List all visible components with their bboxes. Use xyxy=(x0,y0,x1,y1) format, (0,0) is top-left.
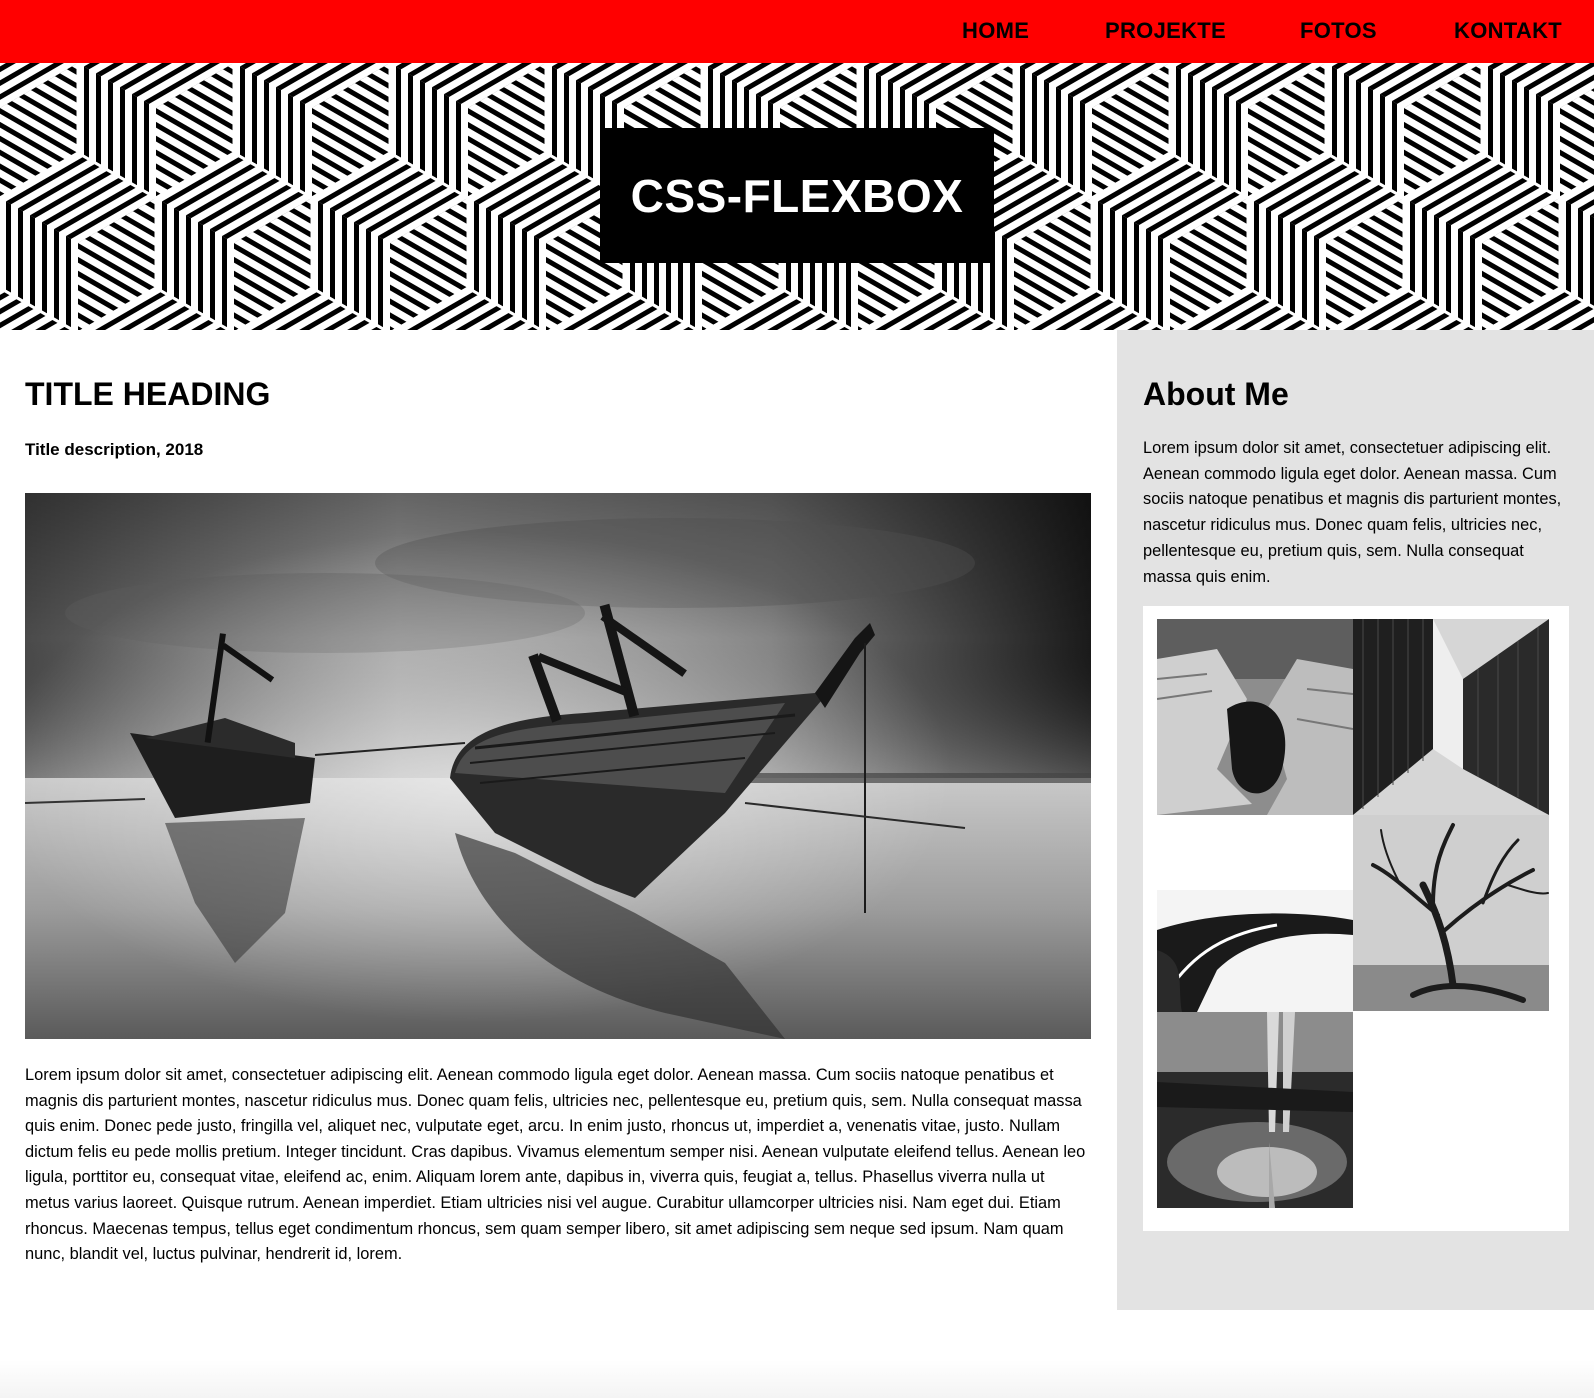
gallery-photo-reflection[interactable] xyxy=(1157,1012,1353,1208)
gallery-photo-tree[interactable] xyxy=(1353,815,1549,1011)
about-heading: About Me xyxy=(1143,376,1289,412)
about-text: Lorem ipsum dolor sit amet, consectetuer… xyxy=(1143,439,1562,586)
sidebar-about: About Me Lorem ipsum dolor sit amet, con… xyxy=(1117,330,1594,1310)
gallery-photo-canyon[interactable] xyxy=(1157,619,1353,815)
nav-link-home[interactable]: HOME xyxy=(962,17,1029,45)
footer-fade xyxy=(0,1360,1594,1398)
hero-banner: CSS-FLEXBOX xyxy=(0,63,1594,330)
gallery-photo-buildings[interactable] xyxy=(1353,619,1549,815)
top-nav: HOME PROJEKTE FOTOS KONTAKT xyxy=(0,0,1594,63)
photo-gallery xyxy=(1143,606,1569,1231)
hero-title: CSS-FLEXBOX xyxy=(630,169,964,222)
hero-title-box: CSS-FLEXBOX xyxy=(600,128,994,263)
body-text: Lorem ipsum dolor sit amet, consectetuer… xyxy=(25,1066,1086,1264)
nav-link-fotos[interactable]: FOTOS xyxy=(1300,17,1377,45)
title-description: Title description, 2018 xyxy=(25,440,204,459)
shipwreck-photo xyxy=(25,493,1091,1039)
nav-link-projekte[interactable]: PROJEKTE xyxy=(1105,17,1226,45)
gallery-photo-road[interactable] xyxy=(1157,890,1353,1012)
nav-link-kontakt[interactable]: KONTAKT xyxy=(1454,17,1562,45)
title-heading: TITLE HEADING xyxy=(25,376,271,412)
